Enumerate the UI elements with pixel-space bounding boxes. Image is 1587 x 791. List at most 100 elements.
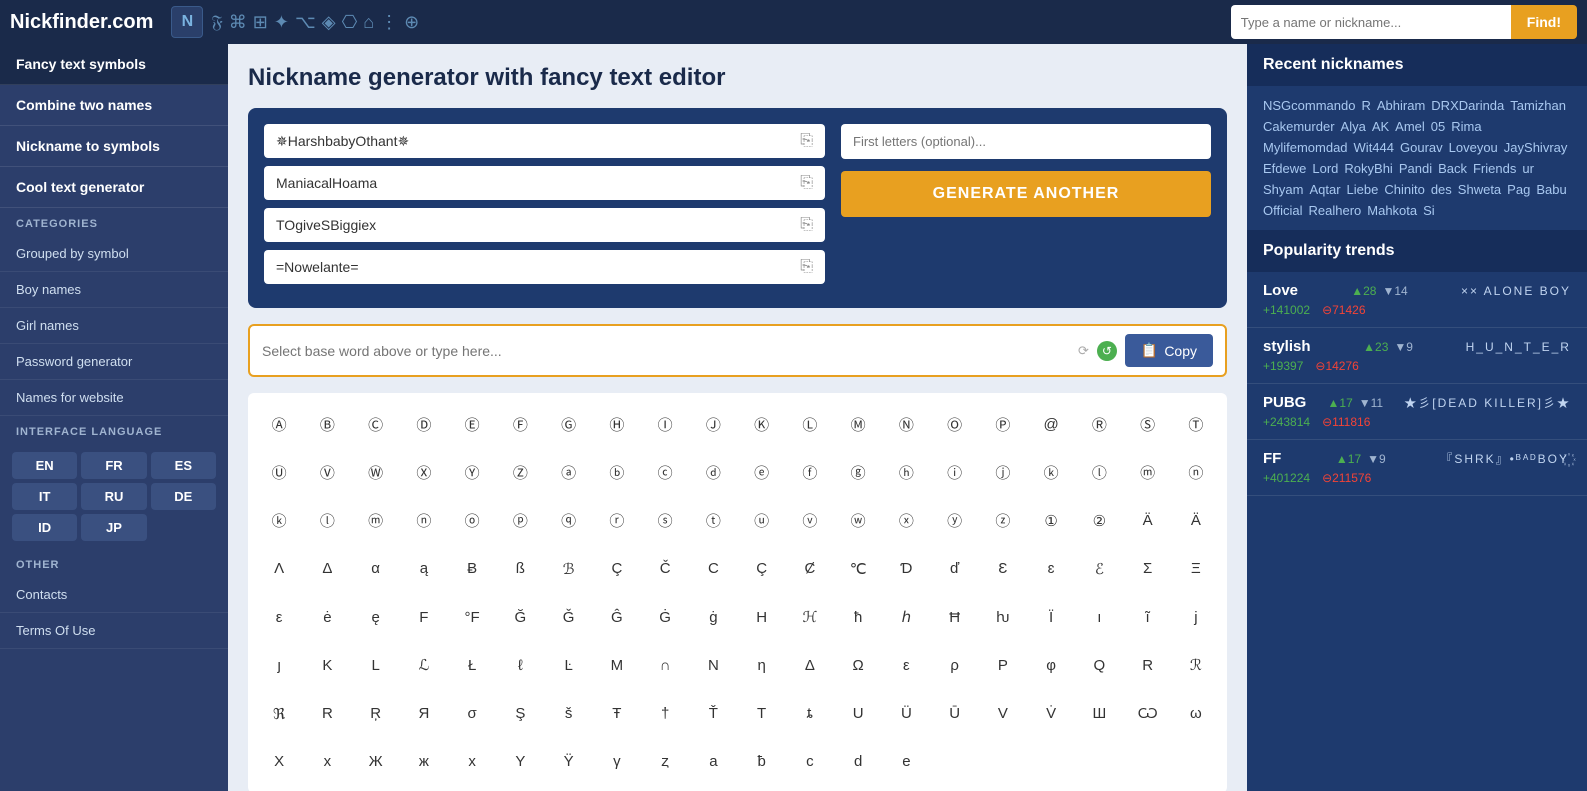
symbol-cell[interactable]: Δ [787,642,833,688]
lang-jp[interactable]: JP [81,514,146,541]
symbol-cell[interactable]: ġ [690,594,736,640]
recent-nick[interactable]: Pag [1507,182,1530,197]
symbol-cell[interactable]: Ⓛ [787,401,833,447]
symbol-cell[interactable]: ⓔ [739,449,785,495]
symbol-cell[interactable]: Ⓦ [353,449,399,495]
lang-id[interactable]: ID [12,514,77,541]
symbol-cell[interactable]: ℓ [497,642,543,688]
symbol-cell[interactable]: Ä [1173,498,1219,544]
symbol-cell[interactable]: ⓡ [594,498,640,544]
symbol-cell[interactable]: Ρ [980,642,1026,688]
symbol-cell[interactable]: ℒ [401,642,447,688]
symbol-cell[interactable]: ę [353,594,399,640]
recent-nick[interactable]: Mylifemomdad [1263,140,1348,155]
sidebar-item-combine-names[interactable]: Combine two names [0,85,228,126]
symbol-cell[interactable]: Ÿ [546,739,592,785]
symbol-cell[interactable]: Ⓕ [497,401,543,447]
lang-es[interactable]: ES [151,452,216,479]
symbol-cell[interactable]: † [642,691,688,737]
symbol-cell[interactable]: x [449,739,495,785]
symbol-cell[interactable]: Ü [883,691,929,737]
symbol-cell[interactable]: ⓜ [1125,449,1171,495]
copy-icon-2[interactable]: ⎘ [800,216,813,234]
recent-nick[interactable]: Rima [1451,119,1481,134]
symbol-cell[interactable]: ƀ [739,739,785,785]
recent-nick[interactable]: Loveyou [1449,140,1498,155]
symbol-cell[interactable]: Ʌ [256,546,302,592]
symbol-cell[interactable]: Ǧ [546,594,592,640]
recent-nick[interactable]: Pandi [1399,161,1432,176]
recent-nick[interactable]: Liebe [1347,182,1379,197]
symbol-cell[interactable]: R [1125,642,1171,688]
symbol-cell[interactable]: Ⓟ [980,401,1026,447]
symbol-cell[interactable]: ⓚ [1028,449,1074,495]
symbol-cell[interactable]: d [835,739,881,785]
symbol-cell[interactable]: ℛ [1173,642,1219,688]
symbol-cell[interactable]: ℰ [1076,546,1122,592]
symbol-cell[interactable]: Ⓩ [497,449,543,495]
symbol-cell[interactable]: N [690,642,736,688]
recent-nick[interactable]: des [1431,182,1452,197]
recent-nick[interactable]: Amel [1395,119,1425,134]
symbol-cell[interactable]: ⓨ [932,498,978,544]
nick-suggestion-3[interactable]: =Nowelante= ⎘ [264,250,825,284]
trend-name-3[interactable]: FF [1263,450,1281,467]
symbol-cell[interactable]: °F [449,594,495,640]
symbol-cell[interactable]: ⓞ [449,498,495,544]
symbol-cell[interactable]: ε [883,642,929,688]
symbol-cell[interactable]: Ⓐ [256,401,302,447]
symbol-cell[interactable]: ħ [835,594,881,640]
trend-name-1[interactable]: stylish [1263,338,1311,355]
symbol-cell[interactable]: K [304,642,350,688]
symbol-cell[interactable]: ⓟ [497,498,543,544]
sidebar-item-fancy-text[interactable]: Fancy text symbols [0,44,228,85]
recent-nick[interactable]: Realhero [1309,203,1362,218]
symbol-cell[interactable]: Ⓧ [401,449,447,495]
symbol-cell[interactable]: ρ [932,642,978,688]
reset-icon[interactable]: ⟳ [1078,343,1089,359]
generate-btn[interactable]: GENERATE ANOTHER [841,171,1211,217]
symbol-cell[interactable]: ⓓ [690,449,736,495]
recent-nick[interactable]: R [1361,98,1370,113]
recent-nick[interactable]: Shyam [1263,182,1303,197]
sidebar-item-terms[interactable]: Terms Of Use [0,613,228,649]
copy-icon-3[interactable]: ⎘ [800,258,813,276]
recent-nick[interactable]: NSGcommando [1263,98,1355,113]
symbol-cell[interactable]: ⓒ [642,449,688,495]
recent-nick[interactable]: ur [1522,161,1534,176]
symbol-cell[interactable]: ② [1076,498,1122,544]
symbol-cell[interactable]: Ⓑ [304,401,350,447]
symbol-cell[interactable]: ⓛ [1076,449,1122,495]
sidebar-item-grouped-by-symbol[interactable]: Grouped by symbol [0,236,228,272]
sidebar-item-contacts[interactable]: Contacts [0,577,228,613]
trend-name-2[interactable]: PUBG [1263,394,1306,411]
symbol-cell[interactable]: Q [1076,642,1122,688]
symbol-cell[interactable]: ⓩ [980,498,1026,544]
recent-nick[interactable]: DRXDarinda [1431,98,1504,113]
symbol-cell[interactable]: a [690,739,736,785]
symbol-cell[interactable]: ȷ [256,642,302,688]
symbol-cell[interactable]: ⓥ [787,498,833,544]
recent-nick[interactable]: Alya [1341,119,1366,134]
symbol-cell[interactable]: Ȼ [787,546,833,592]
symbol-cell[interactable]: σ [449,691,495,737]
symbol-cell[interactable]: Ⓓ [401,401,447,447]
lang-ru[interactable]: RU [81,483,146,510]
symbol-cell[interactable]: V [980,691,1026,737]
symbol-cell[interactable]: ⓤ [739,498,785,544]
symbol-cell[interactable]: Ĝ [594,594,640,640]
symbol-cell[interactable]: Ⓒ [353,401,399,447]
symbol-cell[interactable]: Ɗ [883,546,929,592]
copy-icon-0[interactable]: ⎘ [800,132,813,150]
symbol-cell[interactable]: Ж [353,739,399,785]
symbol-cell[interactable]: ȶ [787,691,833,737]
recent-nick[interactable]: Lord [1312,161,1338,176]
symbol-cell[interactable]: ℎ [883,594,929,640]
recent-nick[interactable]: JayShivray [1504,140,1568,155]
symbol-cell[interactable]: Μ [594,642,640,688]
symbol-cell[interactable]: U [835,691,881,737]
symbol-cell[interactable]: F [401,594,447,640]
sidebar-item-nickname-symbols[interactable]: Nickname to symbols [0,126,228,167]
symbol-cell[interactable]: j [1173,594,1219,640]
symbol-cell[interactable]: ď [932,546,978,592]
